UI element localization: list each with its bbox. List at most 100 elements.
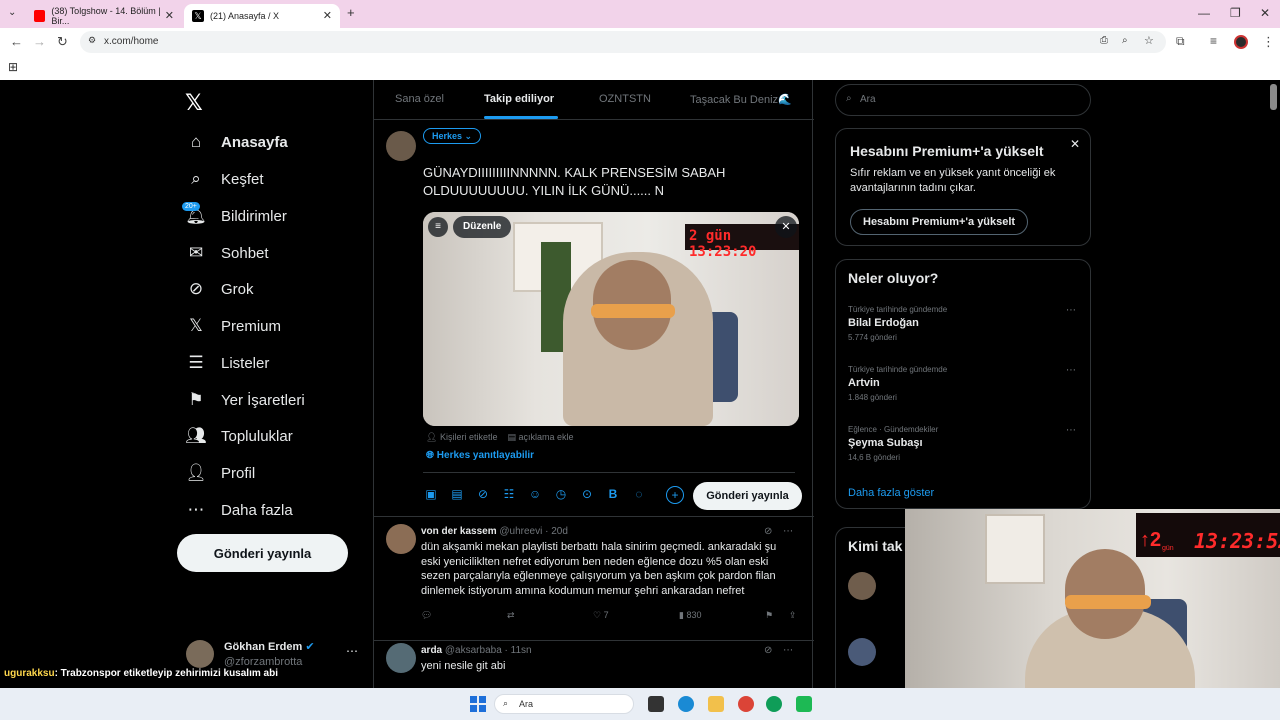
bold-icon[interactable]: B — [606, 487, 620, 501]
reload-icon[interactable]: ↻ — [57, 34, 68, 50]
trend-name: Bilal Erdoğan — [848, 317, 919, 329]
emoji-icon[interactable]: ☺ — [528, 487, 542, 501]
new-tab-icon[interactable]: + — [347, 5, 355, 20]
edit-menu-icon[interactable]: ≡ — [428, 217, 448, 237]
add-description-link[interactable]: ▤ açıklama ekle — [507, 432, 573, 443]
close-window-icon[interactable]: ✕ — [1260, 6, 1270, 20]
nav-label: Listeler — [221, 354, 270, 372]
back-icon[interactable]: ← — [10, 34, 23, 49]
x-logo-icon[interactable]: 𝕏 — [185, 90, 203, 116]
avatar[interactable] — [848, 638, 876, 666]
forward-icon[interactable]: → — [33, 34, 46, 49]
more-dots-icon[interactable]: ⋯ — [783, 526, 793, 537]
nav-item-notifications[interactable]: 🔔︎ Bildirimler — [185, 201, 287, 231]
schedule-icon[interactable]: ◷ — [554, 487, 568, 501]
remove-media-icon[interactable]: ✕ — [775, 216, 797, 238]
browser-tab-youtube[interactable]: (38) Tolgshow - 14. Bölüm | Bir... ✕ — [26, 4, 182, 28]
taskbar-search[interactable]: ⌕ Ara — [494, 694, 634, 714]
nav-item-communities[interactable]: 👥︎ Topluluklar — [185, 421, 293, 451]
nav-item-grok[interactable]: ⊘ Grok — [186, 274, 254, 304]
close-icon[interactable]: ✕ — [1070, 137, 1080, 151]
more-dots-icon[interactable]: ⋯ — [1066, 305, 1076, 316]
grok-icon[interactable]: ⊘ — [764, 645, 772, 656]
share-icon[interactable]: ⇪ — [789, 610, 809, 621]
bookmark-star-icon[interactable]: ☆ — [1144, 34, 1154, 47]
reply-setting[interactable]: 🌐︎ Herkes yanıtlayabilir — [426, 450, 534, 461]
more-dots-icon[interactable]: ⋯ — [783, 645, 793, 656]
close-tab-icon[interactable]: ✕ — [323, 9, 332, 22]
audience-selector[interactable]: Herkes ⌄ — [423, 128, 482, 144]
more-dots-icon[interactable]: ⋯ — [1066, 365, 1076, 376]
trend-context: Türkiye tarihinde gündemde — [848, 365, 948, 374]
add-post-icon[interactable]: + — [666, 486, 684, 504]
trend-item[interactable]: Eğlence · Gündemdekiler Şeyma Subaşı 14,… — [848, 425, 1080, 462]
app-icon[interactable] — [796, 696, 812, 712]
extensions-icon[interactable]: ⧉ — [1176, 34, 1185, 49]
grok-icon[interactable]: ⊘ — [476, 487, 490, 501]
compose-input[interactable]: GÜNAYDIIIIIIIIINNNNN. KALK PRENSESİM SAB… — [423, 164, 763, 200]
nav-item-profile[interactable]: 👤︎ Profil — [185, 458, 255, 488]
nav-item-more[interactable]: ⋯ Daha fazla — [186, 495, 293, 525]
search-input[interactable]: ⌕ Ara — [835, 84, 1091, 116]
bookmark-icon[interactable]: ⚑ — [765, 610, 789, 621]
trend-item[interactable]: Türkiye tarihinde gündemde Bilal Erdoğan… — [848, 305, 1080, 342]
premium-upgrade-button[interactable]: Hesabını Premium+'a yükselt — [850, 209, 1029, 235]
tab-list-chevron-icon[interactable]: ⌄ — [8, 7, 16, 18]
nav-item-premium[interactable]: 𝕏 Premium — [186, 311, 281, 341]
chrome-icon[interactable] — [766, 696, 782, 712]
task-view-icon[interactable] — [648, 696, 664, 712]
close-tab-icon[interactable]: ✕ — [165, 9, 174, 22]
post-button[interactable]: Gönderi yayınla — [177, 534, 348, 572]
nav-item-home[interactable]: ⌂ Anasayfa — [186, 127, 288, 157]
poll-icon[interactable]: ☷ — [502, 487, 516, 501]
gif-icon[interactable]: ▤ — [450, 487, 464, 501]
url-input[interactable]: ⚙ x.com/home ⎙ ⌕ ☆ — [80, 31, 1166, 53]
like-icon[interactable]: ♡ 7 — [593, 610, 679, 621]
nav-item-lists[interactable]: ☰ Listeler — [186, 348, 269, 378]
views-icon[interactable]: ▮ 830 — [679, 610, 765, 621]
nav-item-messages[interactable]: ✉ Sohbet — [186, 238, 269, 268]
trend-context: Türkiye tarihinde gündemde — [848, 305, 948, 314]
edge-icon[interactable] — [678, 696, 694, 712]
avatar[interactable] — [386, 643, 416, 673]
grok-icon[interactable]: ⊘ — [764, 526, 772, 537]
clock-time: 13:23:52 — [1194, 529, 1280, 553]
browser-tab-x[interactable]: 𝕏 (21) Anasayfa / X ✕ — [184, 4, 340, 28]
publish-button[interactable]: Gönderi yayınla — [693, 482, 802, 510]
media-icon[interactable]: ≡ — [1210, 34, 1217, 48]
more-dots-icon[interactable]: ⋯ — [346, 644, 358, 658]
folder-icon[interactable] — [708, 696, 724, 712]
nav-item-bookmarks[interactable]: ⚑ Yer İşaretleri — [186, 385, 304, 415]
more-dots-icon[interactable]: ⋯ — [1066, 425, 1076, 436]
site-info-icon[interactable]: ⚙ — [88, 35, 96, 46]
reply-icon[interactable]: 💬︎ — [421, 610, 507, 621]
tab-for-you[interactable]: Sana özel — [395, 93, 444, 105]
nav-item-explore[interactable]: ⌕ Keşfet — [186, 164, 263, 194]
trend-item[interactable]: Türkiye tarihinde gündemde Artvin 1.848 … — [848, 365, 1080, 402]
location-icon[interactable]: ⊙ — [580, 487, 594, 501]
chrome-icon[interactable] — [738, 696, 754, 712]
edit-media-button[interactable]: Düzenle — [453, 216, 512, 238]
show-more-link[interactable]: Daha fazla göster — [848, 487, 934, 499]
profile-handle: @zforzambrotta — [224, 656, 303, 668]
image-icon[interactable]: ▣ — [424, 487, 438, 501]
minimize-icon[interactable]: — — [1198, 6, 1210, 20]
tab-tasacak-bu-deniz[interactable]: Taşacak Bu Deniz🌊 — [690, 93, 792, 106]
tweet-actions: ⊘ ⋯ — [764, 526, 793, 537]
tag-people-link[interactable]: 👤︎ Kişileri etiketle — [426, 432, 497, 443]
install-icon[interactable]: ⎙ — [1100, 35, 1108, 46]
tweet[interactable]: arda @aksarbaba · 11sn ⊘ ⋯ yeni nesile g… — [374, 640, 814, 673]
retweet-icon[interactable]: ⇄ — [507, 610, 593, 621]
scrollbar-thumb[interactable] — [1270, 84, 1277, 110]
avatar[interactable] — [1234, 35, 1248, 49]
menu-icon[interactable]: ⋮ — [1262, 34, 1275, 50]
restore-icon[interactable]: ❐ — [1230, 6, 1241, 20]
zoom-icon[interactable]: ⌕ — [1122, 35, 1128, 46]
tab-ozntstn[interactable]: OZNTSTN — [599, 93, 651, 105]
tab-following[interactable]: Takip ediliyor — [484, 93, 554, 105]
account-switcher[interactable]: Gökhan Erdem ✔ @zforzambrotta ⋯ — [186, 638, 362, 672]
windows-start-icon[interactable] — [470, 696, 486, 712]
apps-grid-icon[interactable]: ⊞ — [8, 60, 18, 74]
avatar[interactable] — [848, 572, 876, 600]
avatar[interactable] — [386, 524, 416, 554]
